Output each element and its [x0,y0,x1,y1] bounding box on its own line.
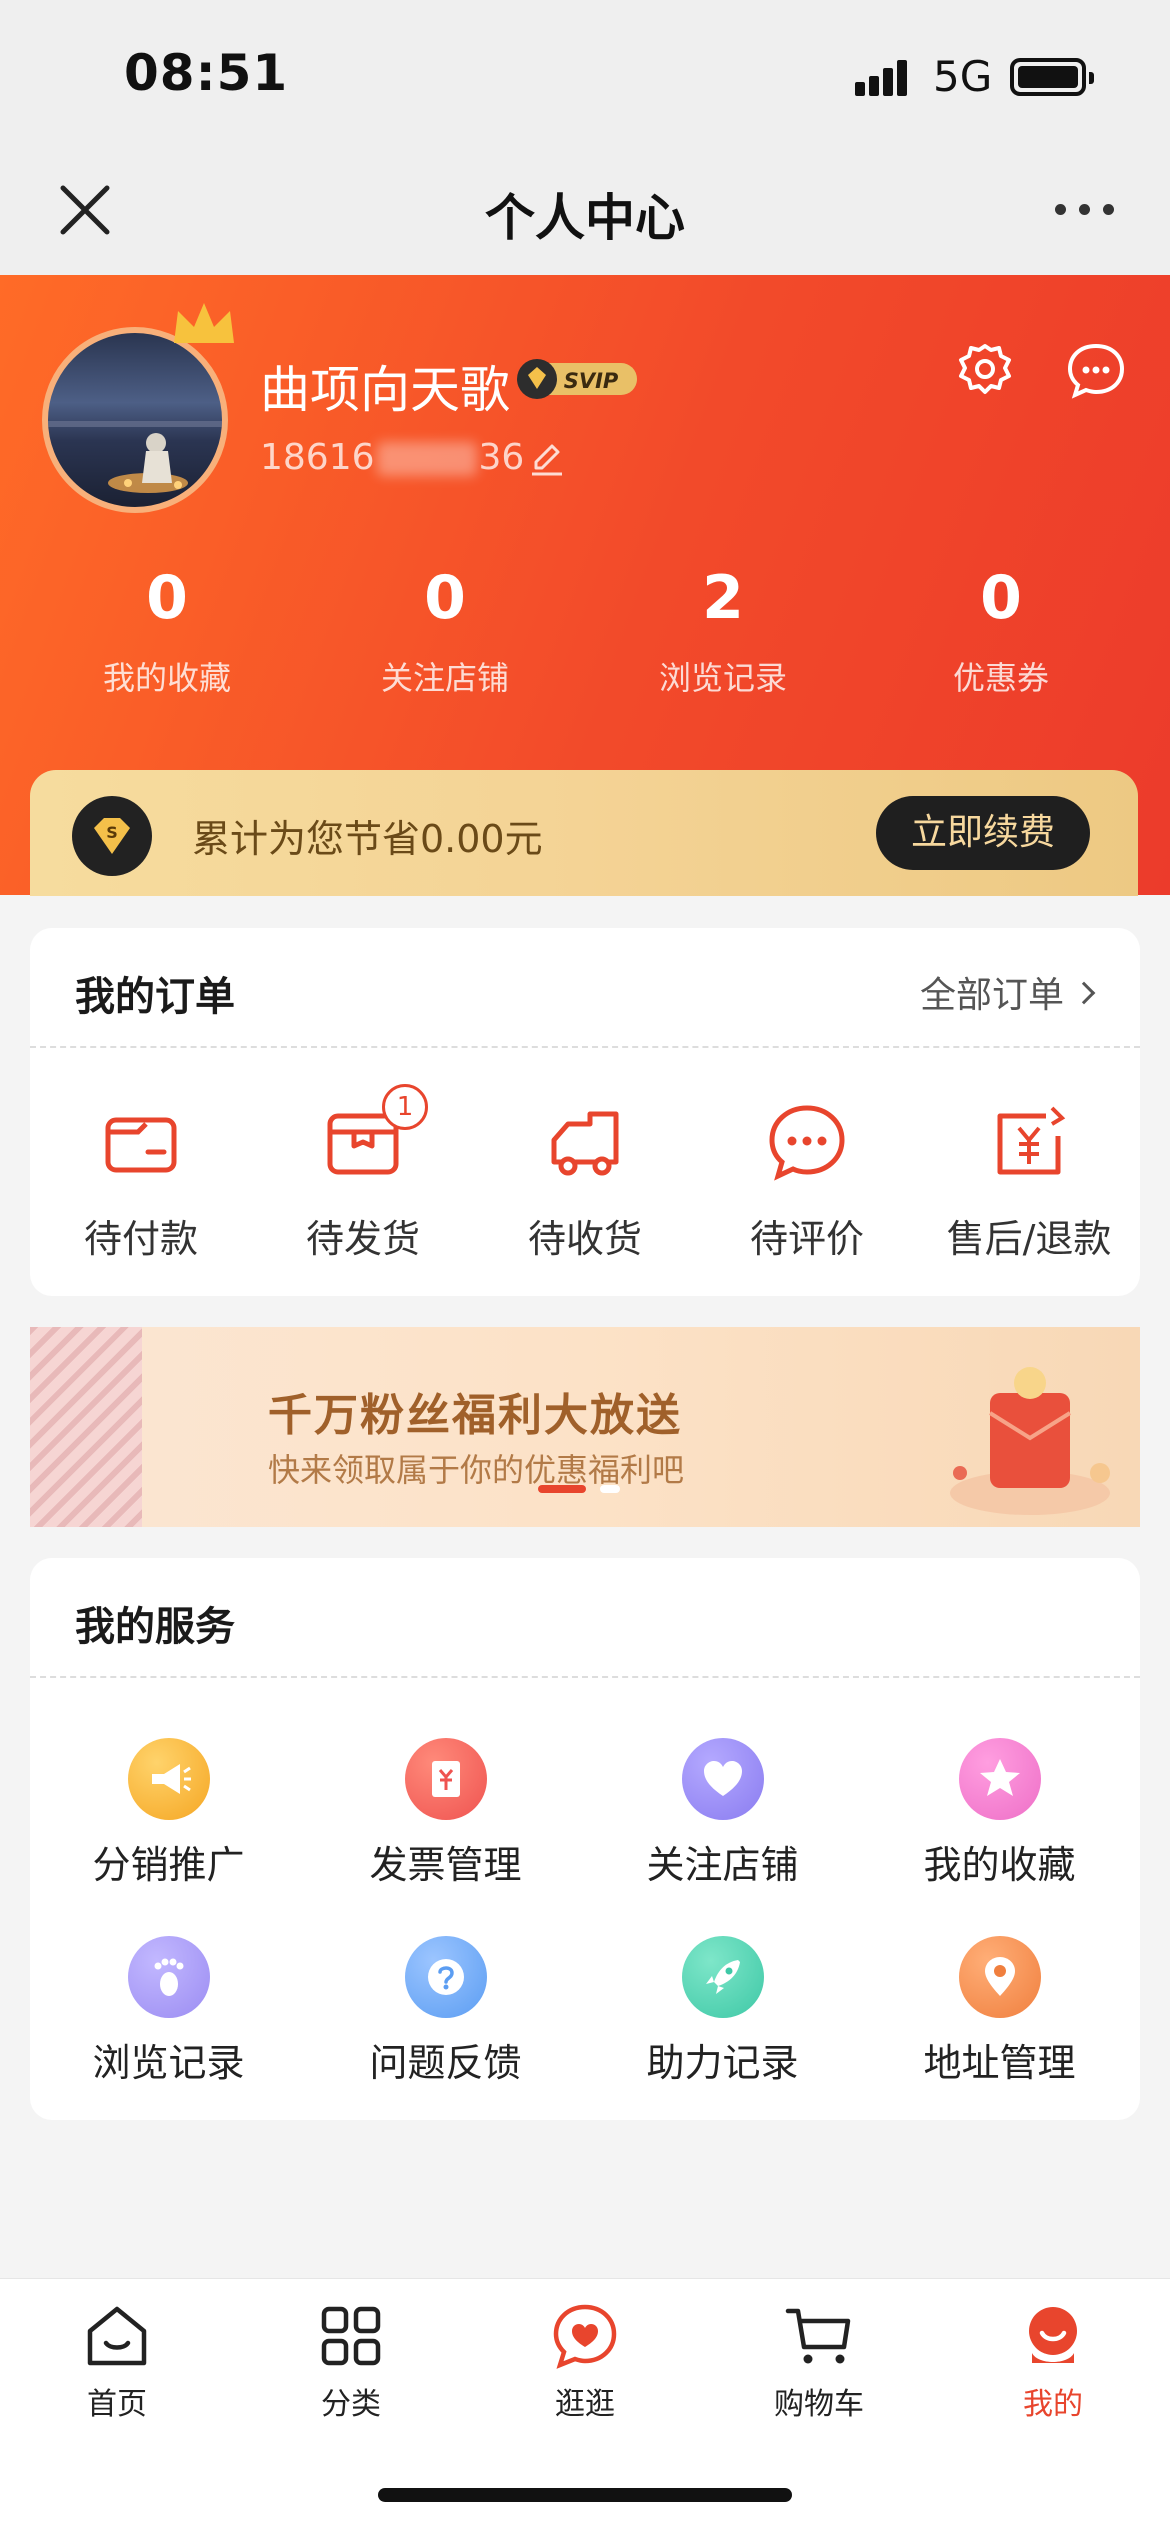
comment-icon [769,1105,845,1181]
stat-history[interactable]: 2 浏览记录 [584,565,862,699]
username: 曲项向天歌 [260,361,510,419]
orders-card-header: 我的订单 全部订单 [30,928,1140,1048]
promo-banner[interactable]: 千万粉丝福利大放送 快来领取属于你的优惠福利吧 [30,1327,1140,1527]
message-icon[interactable] [1065,340,1127,402]
service-favorites[interactable]: 我的收藏 [861,1738,1138,1936]
vip-savings-text: 累计为您节省0.00元 [192,817,543,861]
signal-icon [855,58,915,96]
order-badge: 1 [382,1084,428,1130]
tab-category[interactable]: 分类 [271,2301,431,2423]
stat-followed-shops[interactable]: 0 关注店铺 [306,565,584,699]
home-icon [87,2306,147,2366]
stat-coupons[interactable]: 0 优惠券 [862,565,1140,699]
crown-icon [174,303,234,343]
svip-badge-text: SVIP [564,369,619,393]
banner-pagination [538,1485,638,1497]
vip-bar: S 累计为您节省0.00元 立即续费 [30,770,1138,896]
tab-mine[interactable]: 我的 [973,2301,1133,2423]
orders-title: 我的订单 [75,974,235,1020]
service-feedback[interactable]: 问题反馈 [307,1936,584,2134]
edit-icon[interactable] [528,440,566,478]
phone-number: 18616 36 [260,437,524,478]
all-orders-link[interactable]: 全部订单 [919,966,1096,1018]
location-icon [958,1936,1041,2018]
stats-row: 0 我的收藏 0 关注店铺 2 浏览记录 0 优惠券 [0,565,1170,699]
heart-chat-icon [553,2304,617,2369]
order-pending-shipment[interactable]: 1 待发货 [252,1084,474,1263]
settings-icon[interactable] [955,340,1015,400]
vip-diamond-icon: S [72,796,152,876]
grid-icon [321,2306,381,2366]
network-type: 5G [933,52,993,101]
service-address[interactable]: 地址管理 [861,1936,1138,2134]
profile-icon [1029,2307,1077,2363]
wallet-icon [105,1117,177,1173]
phone-suffix: 36 [478,437,525,478]
service-followed-shops[interactable]: 关注店铺 [584,1738,861,1936]
status-time: 08:51 [124,44,289,102]
services-card-header: 我的服务 [30,1558,1140,1678]
page-title: 个人中心 [485,189,685,247]
star-icon [958,1738,1041,1820]
home-indicator [378,2488,792,2502]
services-grid: 分销推广 发票管理 关注店铺 我的收藏 浏览记录 问题反馈 助力记录 地址管理 [30,1678,1140,2134]
cart-icon [785,2308,851,2364]
service-history[interactable]: 浏览记录 [30,1936,307,2134]
chevron-right-icon [1072,981,1096,1005]
invoice-icon [404,1738,487,1820]
order-status-row: 待付款 1 待发货 待收货 待评价 售后/退款 [30,1048,1140,1263]
order-pending-review[interactable]: 待评价 [696,1100,918,1263]
more-icon[interactable] [1055,198,1115,222]
banner-stripe [30,1327,142,1527]
stat-favorites[interactable]: 0 我的收藏 [28,565,306,699]
truck-icon [551,1111,619,1176]
order-pending-receipt[interactable]: 待收货 [474,1100,696,1263]
order-pending-payment[interactable]: 待付款 [30,1100,252,1263]
tab-home[interactable]: 首页 [37,2301,197,2423]
megaphone-icon [127,1738,210,1820]
order-after-sales[interactable]: 售后/退款 [918,1100,1140,1263]
services-title: 我的服务 [75,1604,235,1650]
service-invoice[interactable]: 发票管理 [307,1738,584,1936]
gift-envelope-icon [950,1367,1110,1515]
svg-text:S: S [106,823,118,842]
tab-browse[interactable]: 逛逛 [505,2301,665,2423]
footprint-icon [127,1936,210,2018]
all-orders-label: 全部订单 [919,975,1064,1016]
services-card: 我的服务 分销推广 发票管理 关注店铺 我的收藏 浏览记录 问题反馈 助力记录 … [30,1558,1140,2120]
svip-badge-icon: SVIP [517,359,637,399]
heart-icon [681,1738,764,1820]
renew-button[interactable]: 立即续费 [876,796,1090,870]
nav-bar: 个人中心 [0,150,1170,275]
status-bar: 08:51 5G [0,0,1170,150]
question-icon [404,1936,487,2018]
battery-icon [1010,58,1094,96]
service-distribution[interactable]: 分销推广 [30,1738,307,1936]
banner-title: 千万粉丝福利大放送 [268,1390,682,1441]
phone-prefix: 18616 [260,437,375,478]
rocket-icon [681,1936,764,2018]
tab-cart[interactable]: 购物车 [739,2301,899,2423]
orders-card: 我的订单 全部订单 待付款 1 待发货 待收货 待评价 售后/退款 [30,928,1140,1296]
service-boost-records[interactable]: 助力记录 [584,1936,861,2134]
refund-icon [997,1106,1066,1175]
